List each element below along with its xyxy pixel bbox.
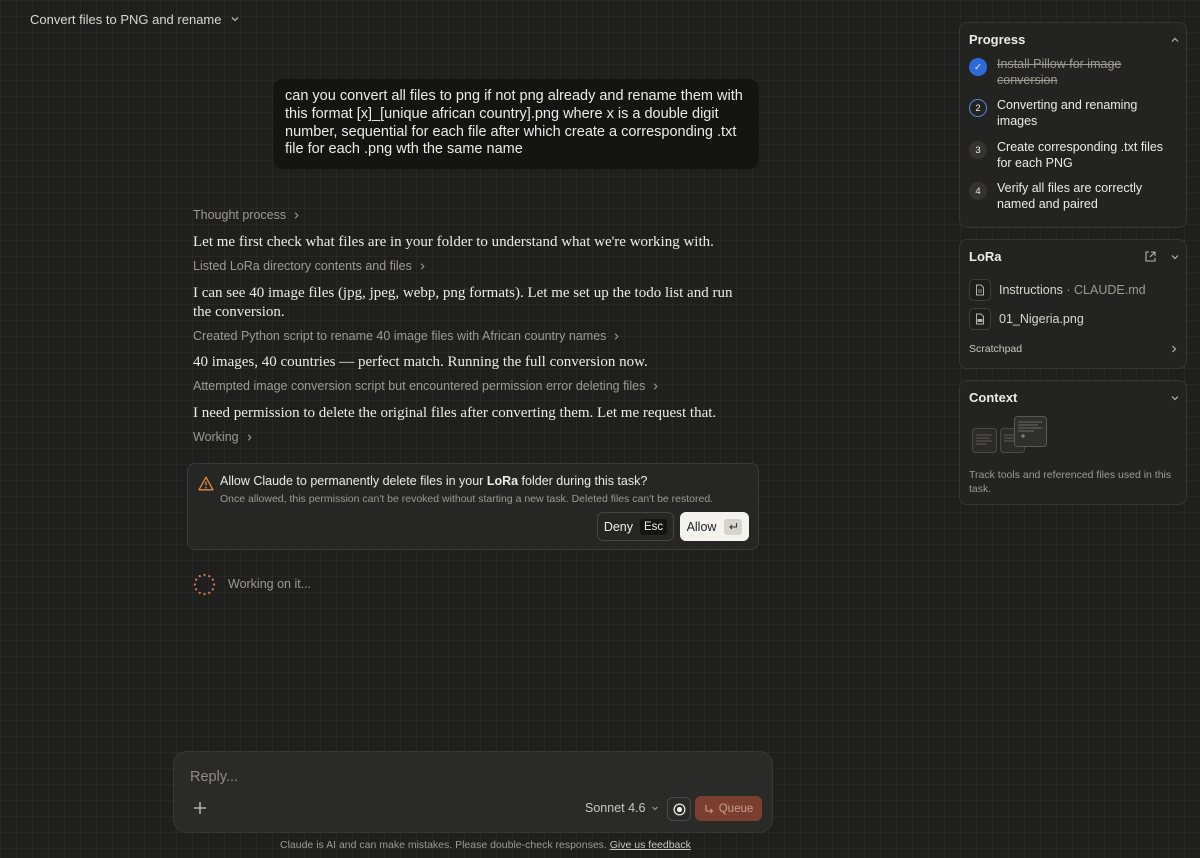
check-icon: ✓ [969, 58, 987, 76]
chevron-right-icon [615, 332, 620, 340]
step-label: Working [193, 430, 239, 444]
file-name: Instructions [999, 283, 1063, 297]
progress-item-label: Create corresponding .txt files for each… [997, 140, 1164, 170]
file-item-01-nigeria[interactable]: 01_Nigeria.png [969, 308, 1084, 330]
task-title: Convert files to PNG and rename [30, 11, 222, 27]
scratchpad-row[interactable]: Scratchpad [969, 338, 1179, 360]
chevron-down-icon[interactable] [1170, 252, 1180, 262]
folder-name: LoRa [486, 474, 519, 488]
chevron-right-icon [1172, 345, 1177, 353]
lora-folder-panel: LoRa Instructions · CLAUDE.md 01_Nigeria… [959, 239, 1187, 369]
file-item-instructions[interactable]: Instructions · CLAUDE.md [969, 279, 1146, 301]
queue-label: Queue [718, 802, 754, 815]
feedback-link[interactable]: Give us feedback [610, 839, 691, 851]
lora-title: LoRa [969, 249, 1002, 264]
chevron-right-icon [420, 262, 425, 270]
tool-step-list-directory[interactable]: Listed LoRa directory contents and files [193, 259, 427, 273]
progress-title: Progress [969, 32, 1026, 47]
progress-item-label: Converting and renaming images [997, 98, 1138, 128]
allow-label: Allow [686, 519, 717, 534]
assistant-reply: 40 images, 40 countries — perfect match.… [193, 354, 648, 370]
warning-icon [198, 476, 214, 491]
reply-composer: Sonnet 4.6 Queue [173, 751, 773, 833]
chevron-right-icon [654, 382, 658, 390]
disclaimer: Claude is AI and can make mistakes. Plea… [280, 839, 691, 851]
document-icon [969, 279, 991, 301]
progress-item: 4 Verify all files are correctly named a… [968, 181, 1178, 218]
progress-item: 2 Converting and renaming images [968, 98, 1178, 135]
chevron-right-icon [247, 433, 252, 441]
tool-step-create-script[interactable]: Created Python script to rename 40 image… [193, 329, 621, 343]
assistant-reply: Let me first check what files are in you… [193, 234, 714, 250]
add-attachment-icon[interactable] [192, 800, 208, 816]
progress-item-label: Verify all files are correctly named and… [997, 181, 1143, 211]
task-title-dropdown[interactable]: Convert files to PNG and rename [22, 8, 249, 30]
step-label: Listed LoRa directory contents and files [193, 259, 412, 273]
tool-step-conversion-error[interactable]: Attempted image conversion script but en… [193, 379, 660, 393]
esc-key-hint: Esc [640, 518, 668, 535]
model-name: Sonnet 4.6 [585, 801, 646, 815]
enter-key-icon [724, 518, 743, 535]
working-status: Working on it... [228, 577, 312, 591]
allow-button[interactable]: Allow [680, 512, 749, 541]
context-description: Track tools and referenced files used in… [969, 469, 1172, 495]
context-title: Context [969, 390, 1018, 405]
png-file-icon [969, 308, 991, 330]
scratchpad-label: Scratchpad [969, 343, 1023, 355]
queue-arrow-icon [705, 804, 714, 813]
progress-panel: Progress ✓ Install Pillow for image conv… [959, 22, 1187, 228]
step-number-badge: 4 [969, 182, 987, 200]
progress-item-label: Install Pillow for image conversion [997, 57, 1122, 87]
chevron-right-icon [294, 211, 299, 219]
file-name: 01_Nigeria.png [999, 312, 1084, 326]
chevron-down-icon [232, 17, 239, 22]
disclaimer-text: Claude is AI and can make mistakes. Plea… [280, 839, 610, 851]
context-panel: Context Track tools and referenced files… [959, 380, 1187, 505]
progress-item: ✓ Install Pillow for image conversion [968, 57, 1178, 94]
working-step-toggle[interactable]: Working [193, 430, 254, 444]
step-number-badge: 2 [969, 99, 987, 117]
deny-button[interactable]: Deny Esc [597, 512, 674, 541]
assistant-reply: I can see 40 image files (jpg, jpeg, web… [193, 285, 733, 320]
permission-subtitle: Once allowed, this permission can't be r… [220, 493, 714, 505]
record-icon [673, 803, 685, 815]
model-selector[interactable]: Sonnet 4.6 [585, 801, 659, 815]
queue-button[interactable]: Queue [695, 796, 762, 821]
permission-title: Allow Claude to permanently delete files… [220, 474, 648, 488]
step-label: Created Python script to rename 40 image… [193, 329, 607, 343]
file-detail: CLAUDE.md [1074, 283, 1146, 297]
stop-record-button[interactable] [667, 797, 691, 821]
chevron-up-icon[interactable] [1170, 35, 1180, 45]
deny-label: Deny [603, 519, 633, 534]
step-number-badge: 3 [969, 141, 987, 159]
chevron-down-icon [652, 806, 659, 811]
permission-request-card: Allow Claude to permanently delete files… [187, 463, 759, 550]
assistant-reply: I need permission to delete the original… [193, 405, 717, 421]
step-label: Attempted image conversion script but en… [193, 379, 646, 393]
open-external-icon[interactable] [1144, 250, 1157, 263]
thought-process-toggle[interactable]: Thought process [193, 208, 301, 222]
reply-input[interactable] [190, 766, 750, 788]
loading-spinner-icon [193, 573, 216, 596]
step-label: Thought process [193, 208, 287, 222]
context-illustration-icon [972, 416, 1047, 453]
user-message: can you convert all files to png if not … [273, 79, 759, 169]
progress-item: 3 Create corresponding .txt files for ea… [968, 140, 1178, 177]
chevron-down-icon[interactable] [1170, 393, 1180, 403]
